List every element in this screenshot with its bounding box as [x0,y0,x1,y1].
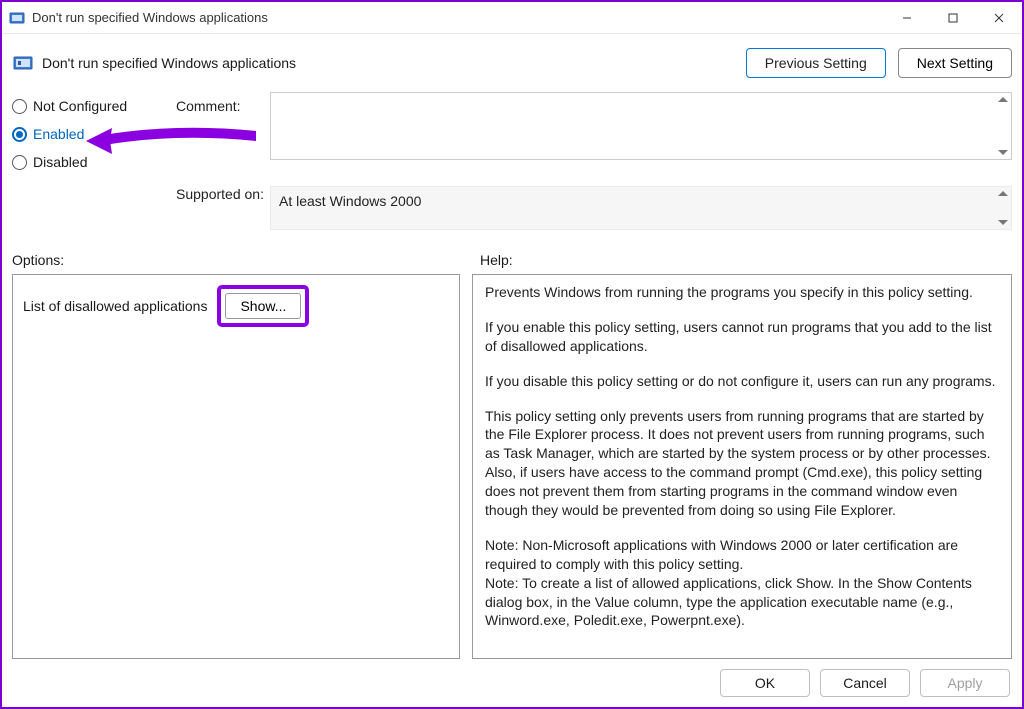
window-controls [884,2,1022,33]
previous-setting-button[interactable]: Previous Setting [746,48,886,78]
radio-label: Not Configured [33,98,127,114]
options-label: Options: [12,252,458,268]
help-panel: Prevents Windows from running the progra… [472,274,1012,659]
radio-enabled[interactable]: Enabled [12,126,172,142]
maximize-button[interactable] [930,2,976,33]
radio-label: Enabled [33,126,84,142]
comment-label: Comment: [176,92,266,170]
scroll-up-icon[interactable] [998,97,1008,102]
comment-input[interactable] [270,92,1012,160]
next-setting-button[interactable]: Next Setting [898,48,1012,78]
help-paragraph: If you disable this policy setting or do… [485,372,999,391]
scroll-down-icon[interactable] [998,220,1008,225]
options-panel: List of disallowed applications Show... [12,274,460,659]
supported-on-label: Supported on: [176,170,266,230]
apply-button[interactable]: Apply [920,669,1010,697]
radio-disabled[interactable]: Disabled [12,154,172,170]
disallowed-apps-row: List of disallowed applications Show... [23,285,449,327]
dialog-footer: OK Cancel Apply [2,659,1022,707]
minimize-button[interactable] [884,2,930,33]
help-paragraph: If you enable this policy setting, users… [485,318,999,356]
show-button-highlight: Show... [217,285,309,327]
supported-on-box: At least Windows 2000 [270,186,1012,230]
help-paragraph: Prevents Windows from running the progra… [485,283,999,302]
scroll-up-icon[interactable] [998,191,1008,196]
policy-editor-window: Don't run specified Windows applications [0,0,1024,709]
radio-icon [12,155,27,170]
app-icon [8,9,26,27]
show-button[interactable]: Show... [225,293,301,319]
disallowed-apps-label: List of disallowed applications [23,298,207,314]
section-labels: Options: Help: [2,230,1022,274]
header-row: Don't run specified Windows applications… [2,34,1022,88]
window-title: Don't run specified Windows applications [32,10,884,25]
radio-icon [12,127,27,142]
config-area: Not Configured Enabled Disabled Comment:… [2,88,1022,230]
help-text: Prevents Windows from running the progra… [485,283,999,630]
cancel-button[interactable]: Cancel [820,669,910,697]
scroll-down-icon[interactable] [998,150,1008,155]
state-radio-group: Not Configured Enabled Disabled [12,92,172,170]
radio-not-configured[interactable]: Not Configured [12,98,172,114]
close-button[interactable] [976,2,1022,33]
radio-icon [12,99,27,114]
policy-title: Don't run specified Windows applications [42,55,296,71]
title-bar: Don't run specified Windows applications [2,2,1022,34]
help-paragraph: Note: To create a list of allowed applic… [485,574,999,631]
help-paragraph: Note: Non-Microsoft applications with Wi… [485,536,999,574]
radio-label: Disabled [33,154,87,170]
help-paragraph: This policy setting only prevents users … [485,407,999,520]
help-label: Help: [480,252,513,268]
ok-button[interactable]: OK [720,669,810,697]
supported-on-value: At least Windows 2000 [279,193,421,209]
policy-icon [12,52,34,74]
panels: List of disallowed applications Show... … [2,274,1022,659]
